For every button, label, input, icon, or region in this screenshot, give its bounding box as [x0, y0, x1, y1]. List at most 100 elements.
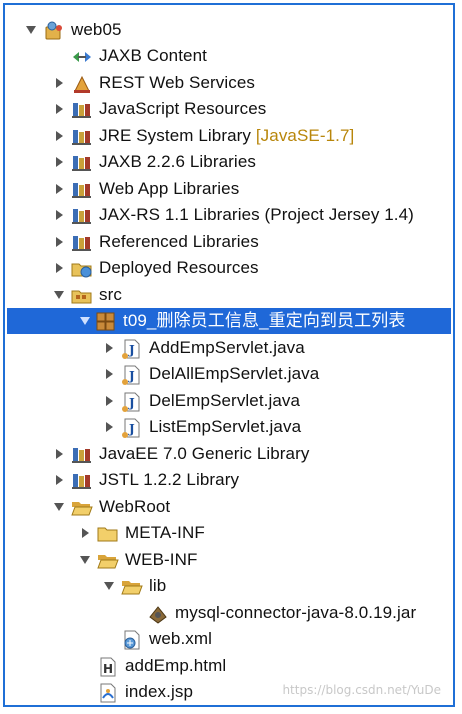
- svg-text:J: J: [128, 396, 135, 410]
- tree-item-lib[interactable]: lib: [7, 573, 451, 599]
- library-icon: [71, 152, 91, 172]
- project-icon: [43, 20, 63, 40]
- xml-file-icon: [121, 629, 141, 650]
- jsp-file-icon: [97, 682, 117, 703]
- chevron-right-icon[interactable]: [103, 395, 115, 407]
- tree-item-javascript-resources[interactable]: JavaScript Resources: [7, 96, 451, 122]
- tree-item-label: JRE System Library [JavaSE-1.7]: [99, 126, 355, 145]
- tree-item-referenced-libraries[interactable]: Referenced Libraries: [7, 229, 451, 255]
- tree-item-webroot[interactable]: WebRoot: [7, 494, 451, 520]
- tree-item-label: REST Web Services: [99, 73, 256, 92]
- chevron-right-icon[interactable]: [53, 183, 65, 195]
- tree-item-label: JavaEE 7.0 Generic Library: [99, 444, 310, 463]
- tree-item-addemp-html[interactable]: H addEmp.html: [7, 653, 451, 679]
- folder-icon: [97, 523, 118, 543]
- jar-icon: [147, 603, 167, 624]
- tree-item-deployed-resources[interactable]: Deployed Resources: [7, 255, 451, 281]
- chevron-down-icon[interactable]: [79, 315, 91, 327]
- tree-item-src[interactable]: src: [7, 282, 451, 308]
- tree-item-label: index.jsp: [125, 682, 193, 701]
- chevron-right-icon[interactable]: [79, 527, 91, 539]
- tree-item-web05[interactable]: web05: [7, 17, 451, 43]
- deployed-folder-icon: [71, 258, 92, 278]
- tree-item-label: addEmp.html: [125, 656, 227, 675]
- tree-item-web-app-libraries[interactable]: Web App Libraries: [7, 176, 451, 202]
- rest-services-icon: [71, 73, 91, 93]
- library-icon: [71, 179, 91, 199]
- chevron-down-icon[interactable]: [53, 501, 65, 513]
- jaxb-content-icon: [71, 46, 91, 66]
- tree-item-web-inf[interactable]: WEB-INF: [7, 547, 451, 573]
- tree-item-label: t09_删除员工信息_重定向到员工列表: [123, 311, 406, 330]
- chevron-down-icon[interactable]: [53, 289, 65, 301]
- tree-item-label: JSTL 1.2.2 Library: [99, 470, 240, 489]
- tree-item-jaxb-content[interactable]: JAXB Content: [7, 43, 451, 69]
- library-icon: [71, 99, 91, 119]
- java-file-icon: J: [121, 391, 141, 412]
- tree-item-label: JAX-RS 1.1 Libraries (Project Jersey 1.4…: [99, 205, 414, 224]
- tree-item-label: web.xml: [149, 629, 213, 648]
- tree-item-meta-inf[interactable]: META-INF: [7, 520, 451, 546]
- java-file-icon: J: [121, 338, 141, 359]
- watermark: https://blog.csdn.net/YuDe: [282, 683, 441, 697]
- tree-item-javaee-library[interactable]: JavaEE 7.0 Generic Library: [7, 441, 451, 467]
- svg-text:J: J: [128, 369, 135, 383]
- chevron-right-icon[interactable]: [53, 209, 65, 221]
- tree-item-delempservlet[interactable]: J DelEmpServlet.java: [7, 388, 451, 414]
- chevron-right-icon[interactable]: [53, 474, 65, 486]
- tree-item-rest-web-services[interactable]: REST Web Services: [7, 70, 451, 96]
- tree-item-jstl-library[interactable]: JSTL 1.2.2 Library: [7, 467, 451, 493]
- chevron-right-icon[interactable]: [103, 368, 115, 380]
- tree-item-label: src: [99, 285, 122, 304]
- library-icon: [71, 126, 91, 146]
- tree-item-package-selected[interactable]: t09_删除员工信息_重定向到员工列表: [7, 308, 451, 334]
- tree-item-label: WebRoot: [99, 497, 171, 516]
- tree-item-label: Web App Libraries: [99, 179, 240, 198]
- chevron-right-icon[interactable]: [53, 236, 65, 248]
- chevron-right-icon[interactable]: [103, 421, 115, 433]
- chevron-down-icon[interactable]: [103, 580, 115, 592]
- chevron-right-icon[interactable]: [53, 77, 65, 89]
- project-explorer-tree: web05 JAXB Content REST Web Services Jav…: [3, 3, 455, 707]
- tree-item-jaxb-libraries[interactable]: JAXB 2.2.6 Libraries: [7, 149, 451, 175]
- svg-text:H: H: [103, 662, 113, 676]
- tree-item-label: Referenced Libraries: [99, 232, 259, 251]
- chevron-right-icon[interactable]: [53, 130, 65, 142]
- tree-item-label: JAXB 2.2.6 Libraries: [99, 152, 256, 171]
- tree-item-jax-rs-libraries[interactable]: JAX-RS 1.1 Libraries (Project Jersey 1.4…: [7, 202, 451, 228]
- chevron-right-icon[interactable]: [53, 262, 65, 274]
- tree-item-label: META-INF: [125, 523, 205, 542]
- folder-open-icon: [121, 576, 143, 596]
- tree-item-jre-system-library[interactable]: JRE System Library [JavaSE-1.7]: [7, 123, 451, 149]
- html-file-icon: H: [97, 656, 117, 677]
- tree-item-mysql-jar[interactable]: mysql-connector-java-8.0.19.jar: [7, 600, 451, 626]
- java-file-icon: J: [121, 364, 141, 385]
- chevron-down-icon[interactable]: [25, 24, 37, 36]
- source-folder-icon: [71, 285, 92, 305]
- svg-text:J: J: [128, 343, 135, 357]
- svg-text:J: J: [128, 422, 135, 436]
- tree-item-label: JAXB Content: [99, 46, 207, 65]
- library-icon: [71, 470, 91, 490]
- tree-item-delallempservlet[interactable]: J DelAllEmpServlet.java: [7, 361, 451, 387]
- tree-item-label: WEB-INF: [125, 550, 198, 569]
- tree-item-web-xml[interactable]: web.xml: [7, 626, 451, 652]
- tree-item-listempservlet[interactable]: J ListEmpServlet.java: [7, 414, 451, 440]
- chevron-right-icon[interactable]: [53, 448, 65, 460]
- tree-item-label: JavaScript Resources: [99, 99, 267, 118]
- tree-item-label: lib: [149, 576, 167, 595]
- chevron-right-icon[interactable]: [53, 103, 65, 115]
- tree-item-label: ListEmpServlet.java: [149, 417, 302, 436]
- chevron-right-icon[interactable]: [103, 342, 115, 354]
- java-file-icon: J: [121, 417, 141, 438]
- tree-item-label: web05: [71, 20, 122, 39]
- jre-version-decoration: [JavaSE-1.7]: [255, 126, 355, 145]
- package-icon: [95, 311, 115, 331]
- chevron-down-icon[interactable]: [79, 554, 91, 566]
- chevron-right-icon[interactable]: [53, 156, 65, 168]
- folder-open-icon: [71, 497, 93, 517]
- tree-item-addempservlet[interactable]: J AddEmpServlet.java: [7, 335, 451, 361]
- tree-item-label: Deployed Resources: [99, 258, 259, 277]
- library-icon: [71, 444, 91, 464]
- tree-item-label: DelAllEmpServlet.java: [149, 364, 320, 383]
